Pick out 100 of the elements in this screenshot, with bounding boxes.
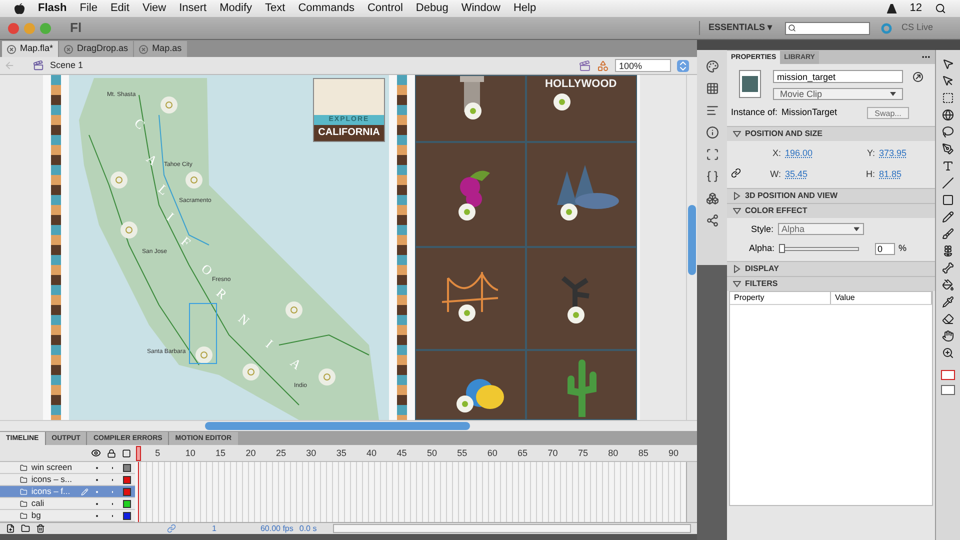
target-marker-icon[interactable] [110,171,128,189]
menu-item[interactable]: Text [265,0,286,17]
transform-tool-icon[interactable] [942,92,954,104]
scroll-thumb[interactable] [688,205,696,275]
menu-item[interactable]: Debug [416,0,448,17]
target-marker-icon[interactable] [160,96,178,114]
flower-icon[interactable] [942,245,954,257]
layer-row[interactable]: cali [0,498,135,510]
document-tab[interactable]: DragDrop.as [59,41,134,57]
alpha-slider[interactable] [778,244,859,254]
layer-color-swatch[interactable] [123,512,132,520]
apple-icon[interactable] [14,2,25,14]
align-icon[interactable] [706,104,718,117]
delete-icon[interactable] [36,524,45,533]
close-icon[interactable] [7,44,16,54]
swatches-icon[interactable] [706,82,718,95]
alpha-field[interactable]: 0 [874,242,895,255]
style-dropdown[interactable]: Alpha [778,223,864,236]
instance-name-field[interactable]: mission_target [773,70,903,83]
pen-icon[interactable] [942,143,954,155]
target-marker-icon[interactable] [285,301,303,319]
eyedropper-icon[interactable] [942,296,954,308]
pointer-tool-icon[interactable] [942,75,954,87]
menu-item[interactable]: Flash [38,0,67,17]
section-header[interactable]: COLOR EFFECT [727,202,935,218]
search-field[interactable] [785,22,870,34]
layer-row[interactable]: icons – s... [0,474,135,486]
color-palette-icon[interactable] [706,60,718,73]
collapsed-triangle-icon[interactable] [733,264,741,272]
target-marker-icon[interactable] [318,368,336,386]
layer-color-swatch[interactable] [123,464,132,472]
target-marker-icon[interactable] [560,203,578,221]
zoom-icon[interactable] [942,347,954,359]
horizontal-scrollbar[interactable] [332,524,691,533]
arrow-circle-icon[interactable] [913,72,923,82]
target-marker-icon[interactable] [458,304,476,322]
menu-item[interactable]: Control [367,0,403,17]
eraser-icon[interactable] [942,313,954,325]
layer-color-swatch[interactable] [123,476,132,484]
numeric-field[interactable]: 35.45 [785,168,821,182]
section-header[interactable]: POSITION AND SIZE [727,126,935,140]
pencil-icon[interactable] [942,211,954,223]
text-tool-icon[interactable] [942,160,954,172]
layer-color-swatch[interactable] [123,500,132,508]
expanded-triangle-icon[interactable] [733,206,741,214]
menu-item[interactable]: Commands [298,0,354,17]
expanded-triangle-icon[interactable] [733,280,741,288]
zoom-field[interactable]: 100% [615,59,671,72]
show-layers-icon[interactable] [91,448,101,458]
slider-thumb[interactable] [778,244,785,254]
edit-scene-icon[interactable] [579,60,591,72]
new-layer-icon[interactable] [6,524,15,533]
numeric-field[interactable]: 373.95 [879,146,915,160]
target-marker-icon[interactable] [567,306,585,324]
menu-item[interactable]: View [142,0,166,17]
menu-item[interactable]: Edit [110,0,130,17]
selection-tool-icon[interactable] [942,58,954,70]
zoom-stepper[interactable] [677,60,689,72]
document-tab[interactable]: Map.fla* [2,41,58,57]
menu-item[interactable]: File [80,0,98,17]
menu-item[interactable]: Insert [179,0,207,17]
info-icon[interactable] [706,126,718,139]
document-tab[interactable]: Map.as [134,41,187,57]
code-icon[interactable] [706,170,718,183]
stroke-color-swatch[interactable] [941,370,955,380]
components-icon[interactable] [706,192,718,205]
lasso-icon[interactable] [942,126,954,138]
motion-presets-icon[interactable] [706,214,718,227]
globe-icon[interactable] [942,109,954,121]
target-marker-icon[interactable] [195,346,213,364]
edit-symbols-icon[interactable] [597,60,609,72]
fill-color-swatch[interactable] [941,385,955,395]
layer-color-swatch[interactable] [123,488,132,496]
collapsed-triangle-icon[interactable] [733,192,741,200]
expanded-triangle-icon[interactable] [733,130,741,138]
menu-item[interactable]: Modify [220,0,252,17]
new-folder-icon[interactable] [21,524,30,533]
section-header[interactable]: 3D POSITION AND VIEW [727,188,935,202]
target-marker-icon[interactable] [458,203,476,221]
lock-icon[interactable] [107,448,116,458]
section-header[interactable]: DISPLAY [727,260,935,276]
brush-icon[interactable] [942,228,954,240]
menu-item[interactable]: Window [461,0,500,17]
paint-bucket-icon[interactable] [942,279,954,291]
target-marker-icon[interactable] [242,363,260,381]
hand-icon[interactable] [942,330,954,342]
numeric-field[interactable]: 196.00 [785,146,821,160]
layer-row[interactable]: bg [0,510,135,522]
scene-name[interactable]: Scene 1 [50,58,84,72]
swap-button[interactable]: Swap... [867,106,909,119]
vertical-scrollbar[interactable] [686,75,697,420]
target-marker-icon[interactable] [120,221,138,239]
symbol-type-dropdown[interactable]: Movie Clip [773,88,903,100]
rectangle-tool-icon[interactable] [942,194,954,206]
bone-icon[interactable] [942,262,954,274]
vertical-scrollbar[interactable] [686,462,697,522]
outline-icon[interactable] [122,448,131,458]
workspace-switcher[interactable]: ESSENTIALS ▾ [699,21,772,35]
search-icon[interactable] [935,3,946,14]
section-header[interactable]: FILTERS [727,276,935,290]
